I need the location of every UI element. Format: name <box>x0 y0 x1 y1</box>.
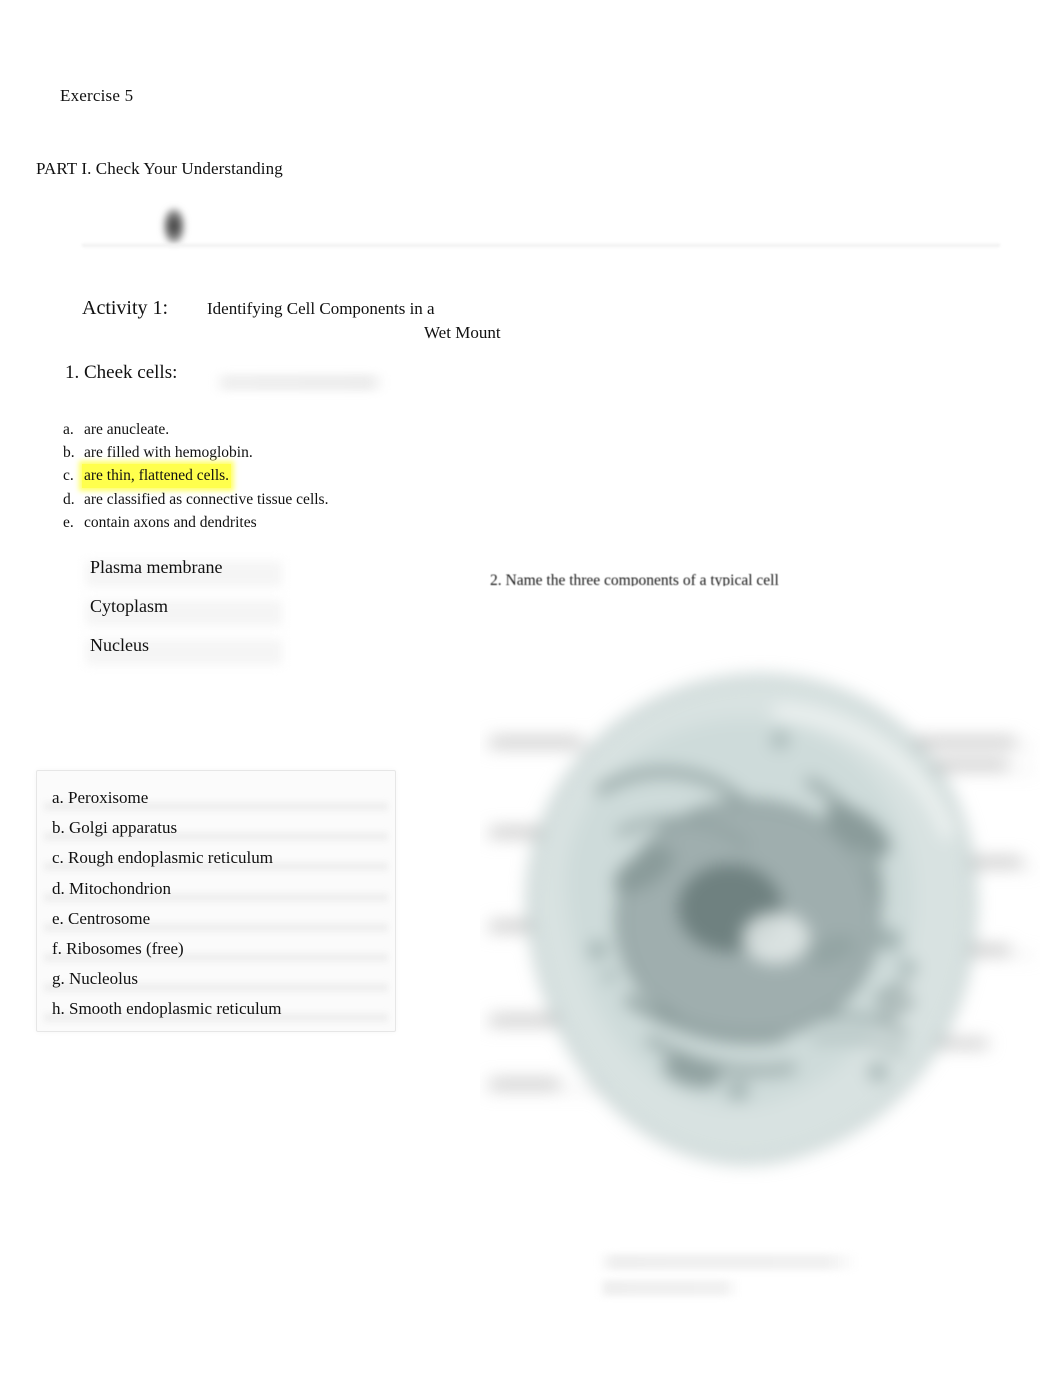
answer-text: Cytoplasm <box>90 596 169 616</box>
question-1-option[interactable]: a. are anucleate. <box>63 418 330 441</box>
organelle-list: a. Peroxisome b. Golgi apparatus c. Roug… <box>52 785 388 1027</box>
exercise-title: Exercise 5 <box>60 86 134 105</box>
organelle-list-item: h. Smooth endoplasmic reticulum <box>52 996 388 1026</box>
question-1-option[interactable]: e. contain axons and dendrites <box>63 511 330 534</box>
organelle-label: d. Mitochondrion <box>52 878 171 898</box>
question-1-option-list: a. are anucleate. b. are filled with hem… <box>63 418 330 534</box>
option-letter: b. <box>63 444 75 462</box>
organelle-label: a. Peroxisome <box>52 788 149 807</box>
organelle-label: h. Smooth endoplasmic reticulum <box>52 999 282 1019</box>
organelle-label: b. Golgi apparatus <box>52 818 178 838</box>
answer-text: Plasma membrane <box>90 557 223 577</box>
option-text: are anucleate. <box>84 421 170 438</box>
activity-label: Activity 1: <box>82 297 169 319</box>
figure-caption-line <box>598 1254 858 1270</box>
question-1-option[interactable]: b. are filled with hemoglobin. <box>63 441 330 464</box>
option-text: are classified as connective tissue cell… <box>84 490 329 508</box>
animal-cell-figure <box>480 620 1040 1220</box>
question-1-stem: 1. Cheek cells: <box>65 362 178 383</box>
organelle-list-item: c. Rough endoplasmic reticulum <box>52 845 388 875</box>
redacted-answer-field <box>212 374 386 391</box>
organelle-list-item: g. Nucleolus <box>52 966 388 996</box>
option-letter: d. <box>63 490 75 508</box>
question-1-option[interactable]: d. are classified as connective tissue c… <box>63 488 330 511</box>
option-letter: a. <box>63 421 74 438</box>
document-page: Exercise 5 PART I. Check Your Understand… <box>0 0 1062 1377</box>
question-2-answer-list: Plasma membrane Cytoplasm Nucleus <box>90 557 222 674</box>
part-heading: PART I. Check Your Understanding <box>36 159 283 178</box>
organelle-label: g. Nucleolus <box>52 969 138 989</box>
question-2-answer: Plasma membrane <box>90 557 222 596</box>
question-2-answer: Cytoplasm <box>90 596 222 635</box>
question-2-stem: 2. Name the three components of a typica… <box>490 572 779 586</box>
organelle-label: f. Ribosomes (free) <box>52 938 184 958</box>
question-1-option-highlighted[interactable]: c. are thin, flattened cells. <box>63 464 330 488</box>
option-letter: c. <box>63 467 74 485</box>
organelle-label: e. Centrosome <box>52 908 151 928</box>
organelle-list-item: f. Ribosomes (free) <box>52 936 388 966</box>
horizontal-rule <box>82 243 1000 248</box>
answer-text: Nucleus <box>90 635 149 655</box>
option-letter: e. <box>63 513 74 531</box>
option-text: contain axons and dendrites <box>84 513 257 531</box>
activity-title-line-2: Wet Mount <box>424 323 501 342</box>
organelle-list-item: d. Mitochondrion <box>52 876 388 906</box>
organelle-label: c. Rough endoplasmic reticulum <box>52 848 273 868</box>
activity-title-line-1: Identifying Cell Components in a <box>207 299 435 318</box>
organelle-list-item: a. Peroxisome <box>52 785 388 815</box>
redacted-mark <box>163 208 185 244</box>
question-2-answer: Nucleus <box>90 635 222 674</box>
figure-caption <box>598 1254 858 1296</box>
figure-caption-line <box>598 1280 740 1296</box>
organelle-list-item: e. Centrosome <box>52 906 388 936</box>
option-text: are thin, flattened cells. <box>82 464 232 488</box>
organelle-list-item: b. Golgi apparatus <box>52 815 388 845</box>
option-text: are filled with hemoglobin. <box>84 444 253 462</box>
